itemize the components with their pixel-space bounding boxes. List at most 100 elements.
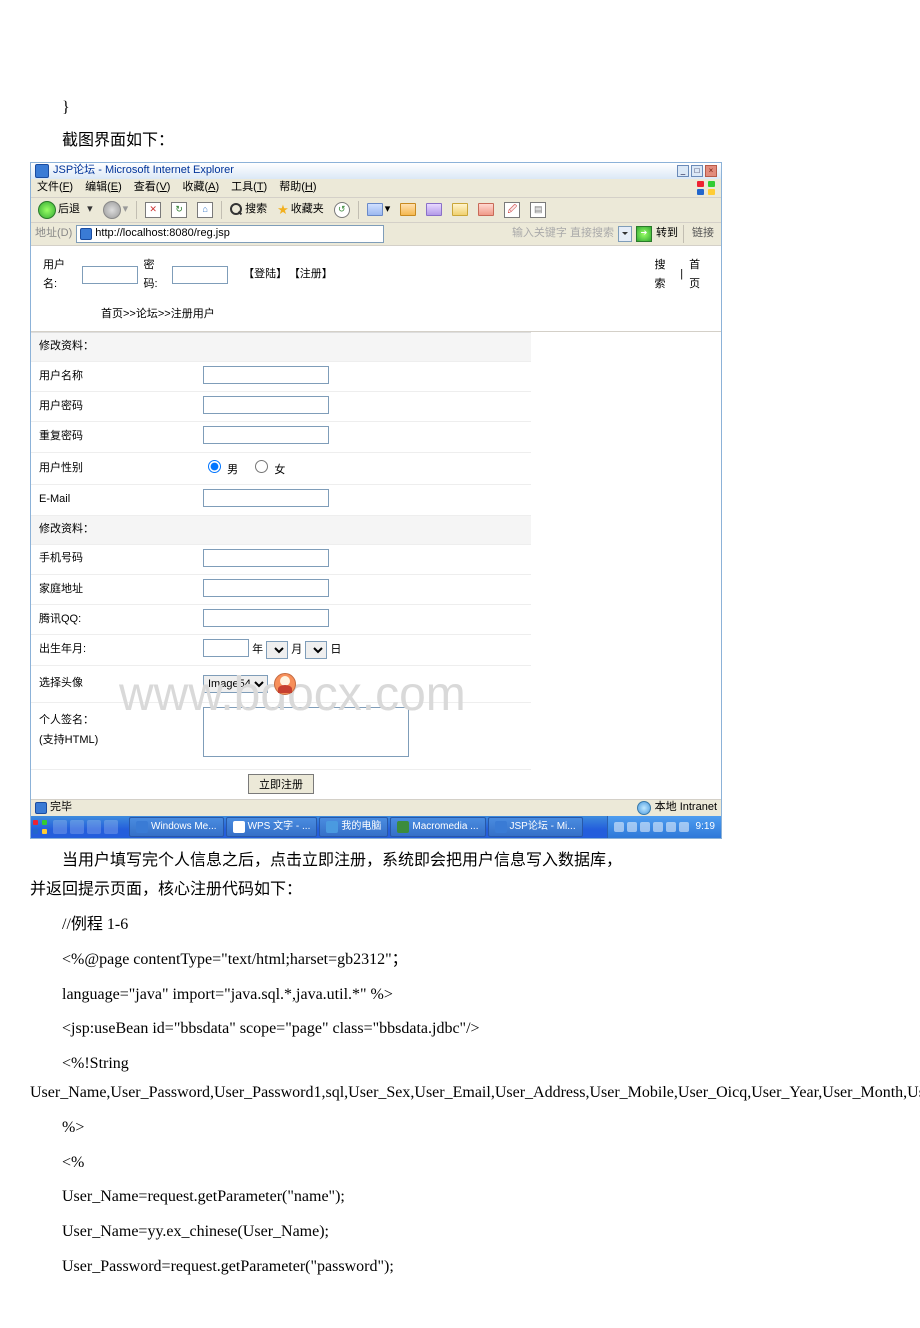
address-input[interactable]: http://localhost:8080/reg.jsp bbox=[76, 225, 384, 243]
radio-male[interactable] bbox=[208, 460, 221, 473]
menu-tools[interactable]: 工具(T) bbox=[231, 178, 267, 198]
para-after-2: 并返回提示页面，核心注册代码如下： bbox=[30, 876, 890, 905]
ql-icon[interactable] bbox=[53, 820, 67, 834]
submit-button[interactable]: 立即注册 bbox=[248, 774, 314, 794]
input-password2[interactable] bbox=[203, 426, 329, 444]
tray-icon[interactable] bbox=[666, 822, 676, 832]
label-sign: 个人签名：(支持HTML) bbox=[31, 702, 197, 769]
tool-icon-2[interactable] bbox=[397, 202, 419, 217]
refresh-button[interactable]: ↻ bbox=[168, 201, 190, 219]
label-password2: 重复密码 bbox=[31, 422, 197, 452]
input-year[interactable] bbox=[203, 639, 249, 657]
menu-help[interactable]: 帮助(H) bbox=[279, 178, 316, 198]
select-avatar[interactable]: Image54 bbox=[203, 675, 268, 693]
register-link[interactable]: 【注册】 bbox=[289, 265, 329, 285]
ql-icon[interactable] bbox=[104, 820, 118, 834]
favorites-button[interactable]: ★收藏夹 bbox=[274, 197, 327, 222]
label-mobile: 手机号码 bbox=[31, 544, 197, 574]
tray-icon[interactable] bbox=[627, 822, 637, 832]
ql-icon[interactable] bbox=[70, 820, 84, 834]
tray-icon[interactable] bbox=[679, 822, 689, 832]
label-year: 年 bbox=[252, 644, 263, 656]
stop-button[interactable]: ✕ bbox=[142, 201, 164, 219]
select-month[interactable] bbox=[266, 641, 288, 659]
system-tray: 9:19 bbox=[607, 816, 721, 838]
label-female: 女 bbox=[274, 464, 285, 476]
menu-favorites[interactable]: 收藏(A) bbox=[182, 178, 219, 198]
tray-icon[interactable] bbox=[640, 822, 650, 832]
links-button[interactable]: 链接 bbox=[689, 224, 717, 244]
input-username[interactable] bbox=[203, 366, 329, 384]
windows-logo-icon bbox=[697, 181, 715, 195]
page-icon bbox=[80, 228, 92, 240]
avatar-preview-icon bbox=[274, 673, 296, 695]
label-day: 日 bbox=[330, 644, 341, 656]
input-qq[interactable] bbox=[203, 609, 329, 627]
code-line: User_Name=request.getParameter("name"); bbox=[30, 1183, 890, 1212]
input-email[interactable] bbox=[203, 489, 329, 507]
label-email: E-Mail bbox=[31, 485, 197, 515]
status-page-icon bbox=[35, 802, 47, 814]
code-line: language="java" import="java.sql.*,java.… bbox=[30, 981, 890, 1010]
code-line: User_Name=yy.ex_chinese(User_Name); bbox=[30, 1218, 890, 1247]
tool-icon-4[interactable] bbox=[449, 202, 471, 217]
password-label: 密码: bbox=[144, 256, 167, 296]
page-content: www.bdocx.com 用户名: 密码: 【登陆】 【注册】 搜索 | 首页… bbox=[31, 246, 721, 800]
radio-female[interactable] bbox=[255, 460, 268, 473]
register-form: 修改资料： 用户名称 用户密码 重复密码 用户性别 男 女 E-Mail 修改资… bbox=[31, 331, 721, 799]
ql-icon[interactable] bbox=[87, 820, 101, 834]
username-input[interactable] bbox=[82, 266, 138, 284]
toolbar: 后退 ▾ ▾ ✕ ↻ ⌂ 搜索 ★收藏夹 ↺ ▾ 🖉 ▤ bbox=[31, 198, 721, 223]
home-link[interactable]: 首页 bbox=[689, 256, 709, 296]
taskbar: Windows Me... WPS 文字 - ... 我的电脑 Macromed… bbox=[31, 816, 721, 838]
restore-button[interactable]: □ bbox=[691, 165, 703, 177]
menu-file[interactable]: 文件(F) bbox=[37, 178, 73, 198]
menu-view[interactable]: 查看(V) bbox=[134, 178, 171, 198]
search-button[interactable]: 搜索 bbox=[227, 199, 270, 221]
breadcrumb: 首页>>论坛>>注册用户 bbox=[31, 301, 721, 331]
input-mobile[interactable] bbox=[203, 549, 329, 567]
close-button[interactable]: × bbox=[705, 165, 717, 177]
window-titlebar: JSP论坛 - Microsoft Internet Explorer _ □ … bbox=[31, 163, 721, 179]
sep-pipe: | bbox=[680, 265, 683, 285]
task-item[interactable]: JSP论坛 - Mi... bbox=[488, 817, 583, 837]
back-button[interactable]: 后退 ▾ bbox=[35, 199, 96, 221]
tool-icon-7[interactable]: ▤ bbox=[527, 201, 549, 219]
start-button[interactable] bbox=[31, 816, 49, 838]
tool-icon-3[interactable] bbox=[423, 202, 445, 217]
address-dropdown[interactable] bbox=[618, 226, 632, 242]
task-item[interactable]: WPS 文字 - ... bbox=[226, 817, 318, 837]
minimize-button[interactable]: _ bbox=[677, 165, 689, 177]
tool-icon-6[interactable]: 🖉 bbox=[501, 201, 523, 219]
task-item[interactable]: Windows Me... bbox=[129, 817, 224, 837]
code-line: <%!String bbox=[30, 1050, 890, 1079]
ie-screenshot: JSP论坛 - Microsoft Internet Explorer _ □ … bbox=[30, 162, 722, 840]
go-button[interactable]: ➔ bbox=[636, 226, 652, 242]
history-button[interactable]: ↺ bbox=[331, 201, 353, 219]
input-password[interactable] bbox=[203, 396, 329, 414]
label-sex: 用户性别 bbox=[31, 452, 197, 485]
label-avatar: 选择头像 bbox=[31, 665, 197, 702]
menu-edit[interactable]: 编辑(E) bbox=[85, 178, 122, 198]
login-link[interactable]: 【登陆】 bbox=[243, 265, 283, 285]
label-qq: 腾讯QQ: bbox=[31, 605, 197, 635]
input-sign[interactable] bbox=[203, 707, 409, 757]
caption-above: 截图界面如下： bbox=[30, 127, 890, 156]
tray-icon[interactable] bbox=[614, 822, 624, 832]
task-item[interactable]: 我的电脑 bbox=[319, 817, 388, 837]
home-button[interactable]: ⌂ bbox=[194, 201, 216, 219]
search-hint: 输入关键字 直接搜索 bbox=[512, 224, 614, 244]
search-link[interactable]: 搜索 bbox=[654, 256, 674, 296]
tool-icon-1[interactable]: ▾ bbox=[364, 199, 394, 221]
task-item[interactable]: Macromedia ... bbox=[390, 817, 485, 837]
tool-icon-5[interactable] bbox=[475, 202, 497, 217]
select-day[interactable] bbox=[305, 641, 327, 659]
password-input[interactable] bbox=[172, 266, 228, 284]
label-month: 月 bbox=[291, 644, 302, 656]
tray-icon[interactable] bbox=[653, 822, 663, 832]
code-line: <%@page contentType="text/html;harset=gb… bbox=[30, 946, 890, 975]
input-address[interactable] bbox=[203, 579, 329, 597]
address-label: 地址(D) bbox=[35, 224, 72, 244]
forward-button[interactable]: ▾ bbox=[100, 199, 132, 221]
section-header-2: 修改资料： bbox=[31, 515, 531, 544]
